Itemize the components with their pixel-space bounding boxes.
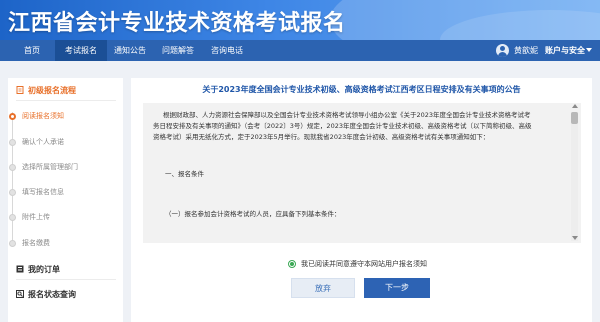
step-dot — [9, 240, 16, 247]
divider — [16, 279, 116, 280]
notice-section-heading: 一、报名条件 — [165, 170, 204, 178]
steps-timeline — [12, 112, 13, 244]
scroll-up-icon[interactable] — [572, 104, 578, 108]
user-avatar-icon[interactable] — [496, 44, 509, 57]
document-icon — [16, 86, 24, 94]
agree-label[interactable]: 我已阅读并同意遵守本网站用户报名须知 — [301, 258, 427, 270]
nav-notices[interactable]: 通知公告 — [104, 40, 156, 61]
notice-title: 关于2023年度全国会计专业技术初级、高级资格考试江西考区日程安排及有关事项的公… — [202, 85, 521, 94]
orders-icon — [16, 265, 24, 273]
site-title: 江西省会计专业技术资格考试报名 — [8, 11, 346, 36]
cancel-button[interactable]: 放弃 — [291, 278, 355, 298]
sidebar-process-title: 初级报名流程 — [28, 86, 76, 95]
nav-faq[interactable]: 问题解答 — [152, 40, 204, 61]
next-button[interactable]: 下一步 — [364, 278, 430, 298]
nav-hotline[interactable]: 咨询电话 — [201, 40, 253, 61]
sidebar-my-orders[interactable]: 我的订单 — [16, 264, 60, 275]
header-banner: 江西省会计专业技术资格考试报名 — [0, 0, 600, 40]
agree-radio[interactable] — [288, 260, 296, 268]
nav-exam-registration[interactable]: 考试报名 — [55, 40, 107, 61]
nav-home[interactable]: 首页 — [14, 40, 50, 61]
scroll-down-icon[interactable] — [572, 236, 578, 240]
chevron-down-icon[interactable] — [586, 48, 592, 52]
notice-paragraph-1-line-2: 务日程安排及有关事项的通知》（会考〔2022〕3号）规定，2023年度全国会计专… — [153, 122, 532, 130]
notice-section-sub: （一）报名参加会计资格考试的人员，应具备下列基本条件： — [165, 210, 341, 218]
status-search-icon — [16, 290, 24, 298]
divider — [16, 100, 116, 101]
main-panel: 关于2023年度全国会计专业技术初级、高级资格考试江西考区日程安排及有关事项的公… — [131, 78, 592, 322]
sidebar-process-heading[interactable]: 初级报名流程 — [16, 85, 76, 96]
scrollbar-thumb[interactable] — [571, 112, 578, 124]
notice-paragraph-1-line-3: 资格考试）采用无纸化方式，定于2023年5月举行。现就我省2023年度会计初级、… — [153, 133, 490, 141]
step-dot-active — [9, 113, 16, 120]
notice-content[interactable]: 根据财政部、人力资源社会保障部以及全国会计专业技术资格考试领导小组办公室《关于2… — [143, 103, 581, 243]
step-dot — [9, 164, 16, 171]
user-name[interactable]: 黄歆妮 — [514, 40, 538, 61]
step-dot — [9, 189, 16, 196]
notice-scrollbar[interactable] — [571, 112, 578, 241]
main-nav: 首页 考试报名 通知公告 问题解答 咨询电话 黄歆妮 账户与安全 — [0, 40, 600, 61]
step-dot — [9, 139, 16, 146]
sidebar-status-query[interactable]: 报名状态查询 — [16, 289, 76, 300]
notice-paragraph-1-line-1: 根据财政部、人力资源社会保障部以及全国会计专业技术资格考试领导小组办公室《关于2… — [163, 111, 531, 119]
account-security-menu[interactable]: 账户与安全 — [545, 40, 585, 61]
step-dot — [9, 214, 16, 221]
